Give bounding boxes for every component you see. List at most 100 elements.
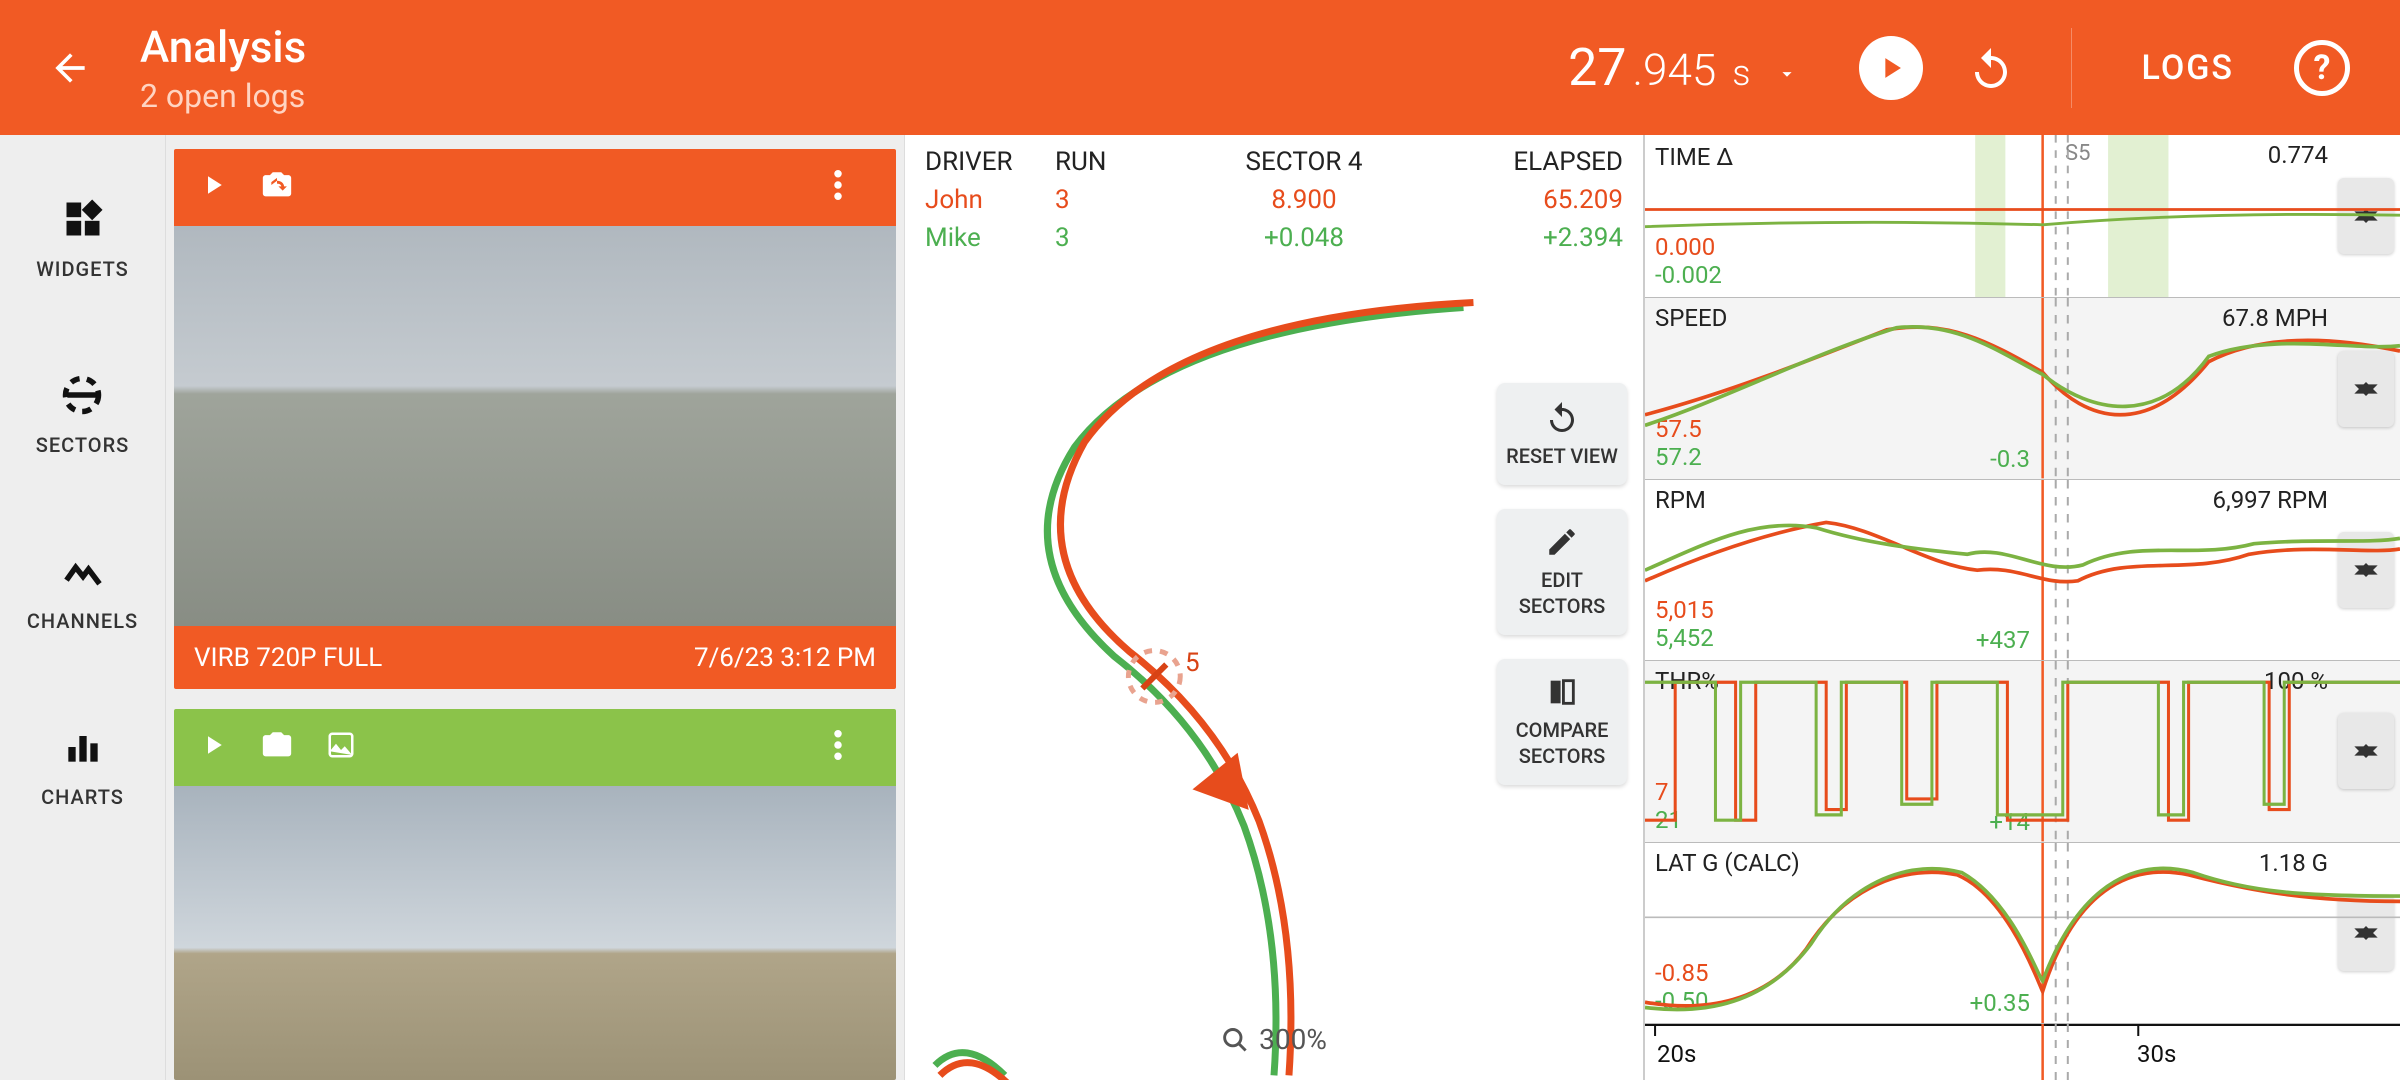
header-divider — [2071, 28, 2072, 108]
rpm-v2: 5,452 — [1655, 624, 1714, 652]
more-icon[interactable] — [834, 730, 842, 764]
sidebar-item-charts[interactable]: CHARTS — [41, 723, 124, 809]
sector-marker-5: 5 — [1185, 648, 1200, 678]
chevron-down-icon — [1773, 44, 1801, 96]
video-thumbnail-1[interactable] — [174, 226, 896, 627]
chart-speed[interactable]: SPEED 67.8 MPH 57.5 57.2 -0.3 — [1645, 298, 2400, 479]
speed-delta: -0.3 — [1990, 445, 2030, 473]
video-card-1: VIRB 720P FULL 7/6/23 3:12 PM — [174, 149, 896, 689]
chart-thr[interactable]: THR% 100 % 7 21 +14 — [1645, 661, 2400, 842]
map-buttons: RESET VIEW EDIT SECTORS COMPARE SECTORS — [1497, 383, 1627, 785]
reset-button[interactable] — [1959, 36, 2023, 100]
chart-scale-button[interactable] — [2338, 178, 2394, 254]
sidebar-label: CHANNELS — [27, 609, 138, 633]
elapsed-time-dropdown[interactable]: 27 .945 s — [1568, 37, 1800, 98]
camera-flip-icon[interactable] — [258, 728, 296, 766]
driver-run-2: 3 — [1055, 223, 1145, 253]
sectors-icon — [58, 371, 106, 419]
chart-timedelta[interactable]: S5 0.774 TIME Δ 0.000 -0.002 — [1645, 135, 2400, 298]
more-icon[interactable] — [834, 170, 842, 204]
chart-scale-button[interactable] — [2338, 351, 2394, 427]
video-timestamp: 7/6/23 3:12 PM — [694, 643, 876, 673]
sector-s5-label: S5 — [2065, 141, 2090, 166]
latg-v1: -0.85 — [1655, 959, 1708, 987]
page-title: Analysis — [140, 21, 306, 73]
video-column: VIRB 720P FULL 7/6/23 3:12 PM — [165, 135, 905, 1080]
sidebar: WIDGETS SECTORS CHANNELS CHARTS — [0, 135, 165, 1080]
widgets-icon — [59, 195, 107, 243]
chart-scale-button[interactable] — [2338, 532, 2394, 608]
timedelta-v2: -0.002 — [1655, 261, 1722, 289]
latg-right: 1.18 G — [2259, 849, 2328, 877]
driver-run-1: 3 — [1055, 185, 1145, 215]
search-icon — [1221, 1026, 1249, 1054]
driver-elapsed-1: 65.209 — [1463, 185, 1623, 215]
time-fraction: .945 — [1633, 44, 1717, 96]
rpm-delta: +437 — [1976, 626, 2030, 654]
axis-tick-20s: 20s — [1657, 1040, 1696, 1068]
sidebar-label: WIDGETS — [36, 257, 129, 281]
video-card-2 — [174, 709, 896, 1080]
time-unit: s — [1732, 52, 1750, 94]
reset-view-label: RESET VIEW — [1506, 443, 1618, 469]
app-header: Analysis 2 open logs 27 .945 s LOGS ? — [0, 0, 2400, 135]
sidebar-label: SECTORS — [36, 433, 130, 457]
driver-sector-1: 8.900 — [1145, 185, 1463, 215]
video-card-2-bar — [174, 709, 896, 786]
speed-v1: 57.5 — [1655, 415, 1702, 443]
chart-title: LAT G (CALC) — [1655, 849, 1800, 877]
track-header: DRIVER RUN SECTOR 4 ELAPSED John 3 8.900… — [905, 135, 1643, 253]
speed-right: 67.8 MPH — [2222, 304, 2328, 332]
video-card-1-bar — [174, 149, 896, 226]
video-name: VIRB 720P FULL — [194, 643, 382, 673]
chart-rpm[interactable]: RPM 6,997 RPM 5,015 5,452 +437 — [1645, 480, 2400, 661]
chart-scale-button[interactable] — [2338, 713, 2394, 789]
thr-delta: +14 — [1989, 808, 2030, 836]
camera-flip-icon[interactable] — [258, 168, 296, 206]
chart-title: RPM — [1655, 486, 1706, 514]
zoom-value: 300% — [1259, 1023, 1327, 1056]
sidebar-label: CHARTS — [41, 785, 124, 809]
sidebar-item-channels[interactable]: CHANNELS — [27, 547, 138, 633]
time-seconds: 27 — [1568, 37, 1626, 98]
speed-v2: 57.2 — [1655, 443, 1702, 471]
help-button[interactable]: ? — [2294, 40, 2350, 96]
sidebar-item-sectors[interactable]: SECTORS — [36, 371, 130, 457]
video-caption-1: VIRB 720P FULL 7/6/23 3:12 PM — [174, 626, 896, 689]
driver-name-2: Mike — [925, 223, 1055, 253]
play-icon[interactable] — [198, 730, 228, 764]
timedelta-far-right: 0.774 — [2268, 141, 2328, 169]
logs-button[interactable]: LOGS — [2142, 48, 2234, 88]
compare-sectors-label: COMPARE SECTORS — [1503, 717, 1621, 769]
edit-sectors-label: EDIT SECTORS — [1503, 567, 1621, 619]
main-content: WIDGETS SECTORS CHANNELS CHARTS — [0, 135, 2400, 1080]
chart-title: TIME Δ — [1655, 143, 1733, 171]
compare-sectors-button[interactable]: COMPARE SECTORS — [1497, 659, 1627, 785]
thr-right: 100 % — [2264, 667, 2328, 695]
latg-delta: +0.35 — [1970, 989, 2030, 1017]
play-icon[interactable] — [198, 170, 228, 204]
time-axis: 20s 30s — [1645, 1024, 2400, 1080]
edit-sectors-button[interactable]: EDIT SECTORS — [1497, 509, 1627, 635]
hdr-elapsed: ELAPSED — [1463, 147, 1623, 177]
chart-title: THR% — [1655, 667, 1719, 695]
timedelta-v1: 0.000 — [1655, 233, 1715, 261]
chart-scale-button[interactable] — [2338, 895, 2394, 971]
sidebar-item-widgets[interactable]: WIDGETS — [36, 195, 129, 281]
back-button[interactable] — [30, 46, 110, 90]
channels-icon — [59, 547, 107, 595]
track-map[interactable]: 5 RESET VIEW EDIT SECTORS COMPARE SECTOR… — [905, 253, 1643, 1080]
zoom-display: 300% — [1221, 1023, 1327, 1056]
reset-view-button[interactable]: RESET VIEW — [1497, 383, 1627, 485]
hdr-driver: DRIVER — [925, 147, 1055, 177]
axis-tick-30s: 30s — [2137, 1040, 2176, 1068]
play-button[interactable] — [1859, 36, 1923, 100]
charts-icon — [59, 723, 107, 771]
image-icon[interactable] — [326, 730, 356, 764]
chart-latg[interactable]: LAT G (CALC) 1.18 G -0.85 -0.50 +0.35 — [1645, 843, 2400, 1024]
video-thumbnail-2[interactable] — [174, 786, 896, 1080]
charts-column: S5 0.774 TIME Δ 0.000 -0.002 SPEED 67.8 — [1645, 135, 2400, 1080]
rpm-v1: 5,015 — [1655, 596, 1714, 624]
page-subtitle: 2 open logs — [140, 77, 306, 115]
hdr-run: RUN — [1055, 147, 1145, 177]
